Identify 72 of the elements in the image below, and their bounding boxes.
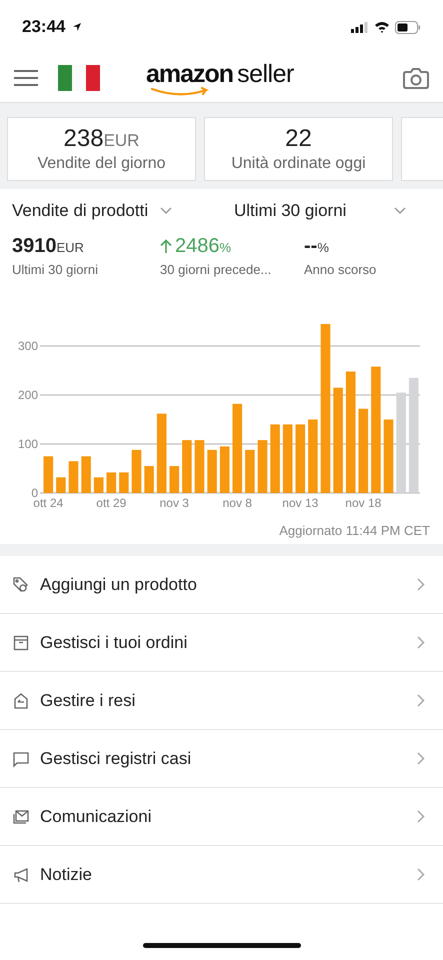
chevron-icon [417,636,425,649]
bar [270,424,280,493]
menu-icon[interactable] [14,70,38,86]
box-icon [12,634,30,652]
chat-icon [12,750,30,768]
bar [296,424,306,493]
x-tick-label: nov 8 [222,496,252,510]
bar [258,440,268,493]
bar [119,472,129,493]
y-tick-label: 200 [18,388,38,402]
chevron-icon [417,578,425,591]
flag-icon[interactable] [58,65,100,91]
chevron-icon [417,752,425,765]
location-arrow-icon [72,22,82,32]
menu-item[interactable]: Notizie [0,846,443,904]
bar [81,456,91,493]
chevron-icon [417,810,425,823]
bar [170,466,180,493]
stat-label: Anno scorso [304,262,376,277]
metric-label: Vendite del giorno [37,155,166,173]
bar [94,477,104,493]
bar [44,456,54,493]
menu-item[interactable]: Comunicazioni [0,788,443,846]
bar [245,450,255,493]
bar [220,446,230,493]
filter-dropdown[interactable]: Ultimi 30 giorni [234,201,431,221]
x-tick-label: nov 13 [282,496,318,510]
chevron-down-icon [394,207,406,215]
updated-timestamp: Aggiornato 11:44 PM CET [279,523,431,540]
menu-item[interactable]: Gestisci registri casi [0,730,443,788]
signal-icon [351,22,369,32]
stat-label: 30 giorni precede... [160,262,272,277]
menu-item[interactable]: Aggiungi un prodotto [0,556,443,614]
chevron-down-icon [160,207,172,215]
y-tick-label: 100 [18,437,38,452]
bar [68,461,78,493]
battery-icon [395,20,421,34]
stat-value: 3910EUR [12,235,85,258]
chevron-icon [417,868,425,881]
bar [194,440,204,493]
bar [282,424,292,493]
metric-card[interactable]: 22 Unità ordinate oggi [204,117,393,181]
camera-icon[interactable] [403,67,429,89]
x-tick-label: nov 18 [345,496,382,510]
menu-item[interactable]: Gestisci i tuoi ordini [0,614,443,672]
megaphone-icon [12,866,30,884]
mail-icon [12,808,30,826]
bar [106,472,116,493]
bar [207,450,217,493]
return-icon [12,692,30,710]
metric-value: 238EUR [64,125,140,153]
bar [56,477,66,493]
x-tick-label: nov 3 [160,496,189,510]
bar [144,466,154,493]
status-time: 23:44 [22,17,66,37]
menu-item[interactable]: Gestire i resi [0,672,443,730]
arrow-up-icon [160,239,172,253]
filter-dropdown[interactable]: Vendite di prodotti [12,201,234,221]
app-logo: amazon seller [146,60,306,98]
chevron-icon [417,694,425,707]
metric-card[interactable]: 238EUR Vendite del giorno [7,117,196,181]
stat-value: --% [304,235,330,258]
stat-label: Ultimi 30 giorni [12,262,99,277]
y-tick-label: 300 [18,339,38,354]
tag-icon [12,576,30,594]
x-tick-label: ott 29 [96,496,126,510]
stat-value: 2486% [160,235,304,258]
metric-value: 22 [285,125,312,153]
metric-label: Unità ordinate oggi [231,155,366,173]
bar [182,440,192,493]
wifi-icon [374,21,390,33]
bar [132,450,142,493]
